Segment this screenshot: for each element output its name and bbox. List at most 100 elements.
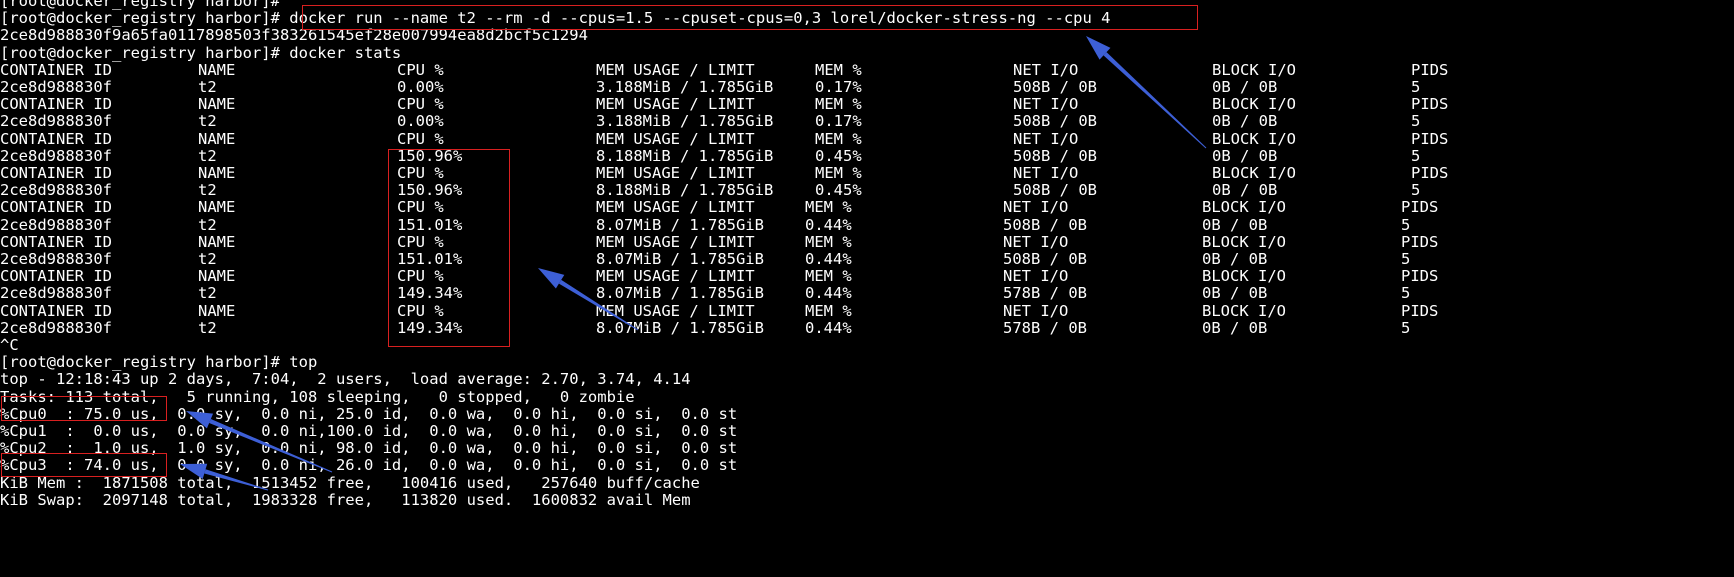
- header-name: NAME: [198, 198, 236, 217]
- cell-cpu-percent: 151.01%: [397, 250, 463, 268]
- header-mem-usage-limit: MEM USAGE / LIMIT: [596, 164, 755, 182]
- cell-mem-percent: 0.17%: [815, 112, 862, 131]
- top-summary: top - 12:18:43 up 2 days, 7:04, 2 users,…: [0, 370, 691, 389]
- cell-pids: 5: [1411, 181, 1421, 200]
- header-container-id: CONTAINER ID: [0, 95, 112, 114]
- docker-run-command: [root@docker_registry harbor]# docker ru…: [0, 9, 1111, 28]
- cell-mem-usage-limit: 8.07MiB / 1.785GiB: [596, 215, 764, 234]
- header-net-io: NET I/O: [1013, 60, 1079, 79]
- header-pids: PIDS: [1401, 232, 1439, 251]
- header-mem-percent: MEM %: [805, 267, 852, 286]
- cell-net-io: 508B / 0B: [1003, 215, 1087, 234]
- header-pids: PIDS: [1411, 164, 1449, 182]
- cell-cpu-percent: 0.00%: [397, 112, 444, 131]
- stats-header-row: CONTAINER ID NAME CPU % MEM USAGE / LIMIT ME…: [0, 302, 1734, 321]
- stats-data-row: 2ce8d988830f t2 150.96% 8.188MiB / 1.785GiB…: [0, 147, 1734, 166]
- header-pids: PIDS: [1411, 129, 1449, 148]
- header-block-io: BLOCK I/O: [1212, 129, 1296, 148]
- header-mem-percent: MEM %: [815, 164, 862, 182]
- header-mem-usage-limit: MEM USAGE / LIMIT: [596, 95, 755, 114]
- cell-block-io: 0B / 0B: [1212, 112, 1278, 131]
- cell-mem-percent: 0.45%: [815, 181, 862, 200]
- cell-name: t2: [198, 146, 217, 165]
- cell-name: t2: [198, 112, 217, 131]
- header-net-io: NET I/O: [1003, 232, 1069, 251]
- header-block-io: BLOCK I/O: [1202, 232, 1286, 251]
- header-mem-usage-limit: MEM USAGE / LIMIT: [596, 301, 755, 320]
- header-mem-percent: MEM %: [805, 198, 852, 217]
- cell-block-io: 0B / 0B: [1202, 215, 1268, 234]
- cell-mem-percent: 0.44%: [805, 215, 852, 234]
- swap-line: KiB Swap: 2097148 total, 1983328 free, 1…: [0, 490, 691, 509]
- cell-mem-usage-limit: 3.188MiB / 1.785GiB: [596, 112, 774, 131]
- cell-cpu-percent: 149.34%: [397, 284, 463, 303]
- header-net-io: NET I/O: [1003, 198, 1069, 217]
- header-pids: PIDS: [1401, 301, 1439, 320]
- cell-pids: 5: [1401, 284, 1411, 303]
- header-pids: PIDS: [1411, 95, 1449, 114]
- cell-block-io: 0B / 0B: [1202, 284, 1268, 303]
- cell-cpu-percent: 150.96%: [397, 181, 463, 200]
- cell-block-io: 0B / 0B: [1212, 78, 1278, 96]
- stats-header-row: CONTAINER ID NAME CPU % MEM USAGE / LIMIT ME…: [0, 198, 1734, 217]
- cell-cpu-percent: 150.96%: [397, 146, 463, 165]
- mem-line: KiB Mem : 1871508 total, 1513452 free, 1…: [0, 473, 700, 492]
- header-mem-percent: MEM %: [805, 301, 852, 320]
- cell-name: t2: [198, 284, 217, 303]
- header-mem-usage-limit: MEM USAGE / LIMIT: [596, 60, 755, 79]
- stats-data-row: 2ce8d988830f t2 151.01% 8.07MiB / 1.785GiB 0…: [0, 250, 1734, 269]
- cell-container-id: 2ce8d988830f: [0, 78, 112, 96]
- header-container-id: CONTAINER ID: [0, 129, 112, 148]
- cell-name: t2: [198, 318, 217, 337]
- header-cpu-percent: CPU %: [397, 232, 444, 251]
- header-net-io: NET I/O: [1013, 164, 1079, 182]
- cell-mem-percent: 0.44%: [805, 284, 852, 303]
- header-cpu-percent: CPU %: [397, 164, 444, 182]
- header-name: NAME: [198, 129, 236, 148]
- stats-header-row: CONTAINER ID NAME CPU % MEM USAGE / LIMIT ME…: [0, 267, 1734, 286]
- cell-container-id: 2ce8d988830f: [0, 146, 112, 165]
- stats-data-row: 2ce8d988830f t2 151.01% 8.07MiB / 1.785GiB 0…: [0, 216, 1734, 235]
- header-name: NAME: [198, 60, 236, 79]
- terminal-window[interactable]: [root@docker_registry harbor]# [root@dock…: [0, 0, 1734, 577]
- header-container-id: CONTAINER ID: [0, 164, 112, 182]
- stats-header-row: CONTAINER ID NAME CPU % MEM USAGE / LIMIT ME…: [0, 95, 1734, 114]
- cell-name: t2: [198, 250, 217, 268]
- header-block-io: BLOCK I/O: [1202, 198, 1286, 217]
- stats-header-row: CONTAINER ID NAME CPU % MEM USAGE / LIMIT ME…: [0, 233, 1734, 252]
- docker-stats-command: [root@docker_registry harbor]# docker st…: [0, 43, 402, 62]
- header-block-io: BLOCK I/O: [1202, 267, 1286, 286]
- cell-net-io: 578B / 0B: [1003, 318, 1087, 337]
- header-block-io: BLOCK I/O: [1212, 60, 1296, 79]
- header-container-id: CONTAINER ID: [0, 301, 112, 320]
- header-mem-percent: MEM %: [815, 129, 862, 148]
- cell-net-io: 508B / 0B: [1003, 250, 1087, 268]
- container-id-output: 2ce8d988830f9a65fa0117898503f383261545ef…: [0, 26, 588, 45]
- top-command: [root@docker_registry harbor]# top: [0, 353, 318, 372]
- cell-container-id: 2ce8d988830f: [0, 112, 112, 131]
- cell-pids: 5: [1401, 215, 1411, 234]
- header-net-io: NET I/O: [1003, 267, 1069, 286]
- cpu1-line: %Cpu1 : 0.0 us, 0.0 sy, 0.0 ni,100.0 id,…: [0, 422, 738, 440]
- cell-mem-usage-limit: 8.188MiB / 1.785GiB: [596, 181, 774, 200]
- tasks-summary: Tasks: 113 total, 5 running, 108 sleepin…: [0, 387, 635, 406]
- cell-mem-usage-limit: 8.07MiB / 1.785GiB: [596, 250, 764, 268]
- interrupt-line: ^C: [0, 336, 19, 354]
- header-pids: PIDS: [1401, 198, 1439, 217]
- cell-mem-usage-limit: 3.188MiB / 1.785GiB: [596, 78, 774, 96]
- header-name: NAME: [198, 267, 236, 286]
- header-mem-percent: MEM %: [815, 60, 862, 79]
- cpu2-line: %Cpu2 : 1.0 us, 1.0 sy, 0.0 ni, 98.0 id,…: [0, 439, 738, 458]
- cell-net-io: 508B / 0B: [1013, 146, 1097, 165]
- header-mem-usage-limit: MEM USAGE / LIMIT: [596, 267, 755, 286]
- header-block-io: BLOCK I/O: [1212, 164, 1296, 182]
- header-pids: PIDS: [1411, 60, 1449, 79]
- cell-cpu-percent: 0.00%: [397, 78, 444, 96]
- cell-pids: 5: [1411, 146, 1421, 165]
- cell-mem-percent: 0.44%: [805, 318, 852, 337]
- cell-cpu-percent: 151.01%: [397, 215, 463, 234]
- header-name: NAME: [198, 301, 236, 320]
- cell-container-id: 2ce8d988830f: [0, 284, 112, 303]
- cell-block-io: 0B / 0B: [1202, 318, 1268, 337]
- cell-net-io: 578B / 0B: [1003, 284, 1087, 303]
